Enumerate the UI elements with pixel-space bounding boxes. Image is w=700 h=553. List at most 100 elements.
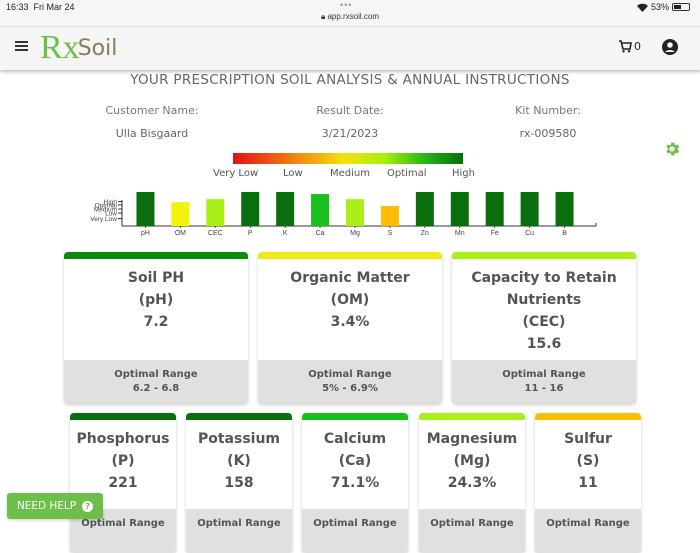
card-abbr: (S) xyxy=(576,453,600,469)
card-body: Soil PH (pH) 7.2 xyxy=(64,259,248,333)
optimal-range-label: Optimal Range xyxy=(502,369,586,380)
level-gradient-bar xyxy=(233,153,463,164)
optimal-range-label: Optimal Range xyxy=(114,369,198,380)
optimal-range-value: 5% - 6.9% xyxy=(322,383,378,394)
nutrient-card-mg[interactable]: Magnesium (Mg) 24.3% Optimal Range xyxy=(419,413,525,553)
card-level-bar xyxy=(452,252,636,259)
card-optimal-range: Optimal Range 6.2 - 6.8 xyxy=(64,360,248,404)
legend-high: High xyxy=(452,168,475,179)
x-tick-label: pH xyxy=(141,230,150,237)
card-level-bar xyxy=(70,413,176,420)
battery-icon xyxy=(672,3,690,11)
status-right: 53% xyxy=(636,2,690,12)
card-level-bar xyxy=(302,413,408,420)
x-tick-label: Mg xyxy=(350,230,360,237)
customer-value: Ulla Bisgaard xyxy=(115,127,189,140)
nutrient-card-cec[interactable]: Capacity to Retain Nutrients (CEC) 15.6 Opt… xyxy=(452,252,636,404)
legend-very-low: Very Low xyxy=(213,168,259,179)
browser-dots-icon[interactable]: ••• xyxy=(340,0,352,10)
card-value: 15.6 xyxy=(526,336,562,352)
battery-percent: 53% xyxy=(650,2,669,12)
cart-icon xyxy=(619,40,632,53)
optimal-range-value: 6.2 - 6.8 xyxy=(132,383,180,394)
card-body: Sulfur (S) 11 xyxy=(535,420,641,494)
card-value: 3.4% xyxy=(330,314,370,330)
card-optimal-range: Optimal Range xyxy=(535,509,641,553)
card-value: 7.2 xyxy=(143,314,169,330)
card-title: Magnesium xyxy=(426,431,518,447)
optimal-range-label: Optimal Range xyxy=(197,518,281,529)
page-title: YOUR PRESCRIPTION SOIL ANALYSIS & ANNUAL… xyxy=(130,72,570,88)
optimal-range-value: 11 - 16 xyxy=(524,383,564,394)
legend-optimal: Optimal xyxy=(387,168,427,179)
bar-mg xyxy=(346,199,364,226)
card-abbr: (K) xyxy=(227,453,251,469)
menu-icon[interactable] xyxy=(15,41,28,51)
card-abbr: (Ca) xyxy=(338,453,372,469)
card-title: Sulfur xyxy=(564,431,612,447)
card-title: Calcium xyxy=(323,431,387,447)
x-tick-label: Cu xyxy=(525,230,534,237)
card-level-bar xyxy=(186,413,292,420)
y-tick-label: High xyxy=(104,199,118,206)
bar-b xyxy=(555,192,574,226)
kit-label: Kit Number: xyxy=(515,104,581,117)
rxsoil-logo[interactable]: Rx Soil xyxy=(40,29,117,65)
card-title: Potassium xyxy=(197,431,281,447)
battery-level xyxy=(674,5,682,9)
x-tick-label: K xyxy=(283,230,288,237)
lock-icon: 🔒︎ xyxy=(320,12,326,21)
card-value: 71.1% xyxy=(330,475,380,491)
card-level-bar xyxy=(64,252,248,259)
need-help-button[interactable]: NEED HELP ? xyxy=(7,493,103,519)
card-abbr: (Mg) xyxy=(453,453,491,469)
optimal-range-label: Optimal Range xyxy=(308,369,392,380)
bar-ca xyxy=(311,194,330,226)
kit-number-info: Kit Number: rx-009580 xyxy=(468,104,628,140)
date-value: 3/21/2023 xyxy=(321,127,379,140)
result-date-info: Result Date: 3/21/2023 xyxy=(270,104,430,140)
account-icon[interactable] xyxy=(662,39,678,55)
nutrient-card-ca[interactable]: Calcium (Ca) 71.1% Optimal Range xyxy=(302,413,408,553)
card-abbr: (CEC) xyxy=(522,314,566,330)
card-body: Magnesium (Mg) 24.3% xyxy=(419,420,525,494)
x-tick-label: OM xyxy=(175,230,186,237)
nutrient-card-s[interactable]: Sulfur (S) 11 Optimal Range xyxy=(535,413,641,553)
bar-k xyxy=(276,192,295,226)
customer-label: Customer Name: xyxy=(105,104,199,117)
legend-low: Low xyxy=(283,168,303,179)
card-abbr: (pH) xyxy=(138,292,174,308)
optimal-range-label: Optimal Range xyxy=(81,518,165,529)
card-optimal-range: Optimal Range 5% - 6.9% xyxy=(258,360,442,404)
legend-medium: Medium xyxy=(330,168,370,179)
card-body: Phosphorus (P) 221 xyxy=(70,420,176,494)
settings-gear-icon[interactable] xyxy=(663,140,681,158)
card-optimal-range: Optimal Range xyxy=(302,509,408,553)
x-tick-label: S xyxy=(388,230,393,237)
card-level-bar xyxy=(535,413,641,420)
kit-value: rx-009580 xyxy=(519,127,577,140)
address-bar[interactable]: 🔒︎ app.rxsoil.com xyxy=(0,12,700,22)
x-tick-label: B xyxy=(562,230,567,237)
card-abbr: (P) xyxy=(111,453,135,469)
card-level-bar xyxy=(419,413,525,420)
cart-button[interactable]: 0 xyxy=(618,39,641,53)
x-tick-label: Mn xyxy=(455,230,465,237)
bar-om xyxy=(171,202,190,226)
nutrient-card-ph[interactable]: Soil PH (pH) 7.2 Optimal Range 6.2 - 6.8 xyxy=(64,252,248,404)
nutrient-level-chart: Very LowLowMediumOptimalHighpH OM CEC P K Ca M… xyxy=(90,192,597,237)
nutrient-card-k[interactable]: Potassium (K) 158 Optimal Range xyxy=(186,413,292,553)
card-optimal-range: Optimal Range 11 - 16 xyxy=(452,360,636,404)
wifi-icon xyxy=(636,3,648,12)
card-body: Organic Matter (OM) 3.4% xyxy=(258,259,442,333)
bar-s xyxy=(380,205,399,226)
card-optimal-range: Optimal Range xyxy=(186,509,292,553)
nutrient-card-om[interactable]: Organic Matter (OM) 3.4% Optimal Range 5% - … xyxy=(258,252,442,404)
card-title: Organic Matter xyxy=(290,270,410,286)
card-body: Potassium (K) 158 xyxy=(186,420,292,494)
help-question-icon: ? xyxy=(82,500,94,512)
x-tick-label: CEC xyxy=(208,230,223,237)
card-value: 221 xyxy=(108,475,138,491)
customer-info: Customer Name: Ulla Bisgaard xyxy=(72,104,232,140)
nutrient-card-p[interactable]: Phosphorus (P) 221 Optimal Range xyxy=(70,413,176,553)
